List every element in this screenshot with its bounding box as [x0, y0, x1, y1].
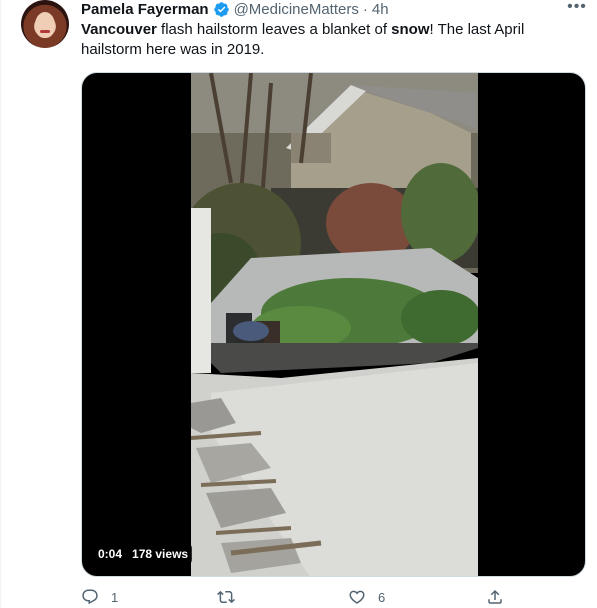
retweet-button[interactable]: [217, 586, 247, 608]
avatar-lips: [40, 30, 50, 33]
tweet-header: Pamela Fayerman @MedicineMatters · 4h: [81, 0, 389, 18]
more-icon[interactable]: •••: [567, 0, 587, 18]
reply-icon: [82, 589, 98, 605]
tweet-text-bold-location: Vancouver: [81, 21, 157, 38]
header-separator: ·: [362, 0, 368, 18]
reply-button[interactable]: 1: [81, 586, 118, 608]
retweet-icon: [217, 590, 235, 604]
author-handle[interactable]: @MedicineMatters: [234, 1, 359, 18]
tweet-time[interactable]: 4h: [372, 1, 389, 18]
verified-badge-icon: [213, 1, 229, 17]
like-button[interactable]: 6: [348, 586, 385, 608]
tweet-text: Vancouver flash hailstorm leaves a blank…: [81, 20, 561, 60]
video-timestamp: 0:04: [98, 547, 123, 561]
share-icon: [488, 589, 502, 604]
video-frame: [191, 73, 478, 576]
reply-count: 1: [111, 589, 119, 605]
share-button[interactable]: [486, 586, 504, 608]
avatar[interactable]: [21, 0, 69, 48]
tweet-text-part-1: flash hailstorm leaves a blanket of: [156, 21, 392, 38]
tweet-text-bold-snow: snow: [391, 21, 430, 38]
tweet-actions: 1 6: [81, 586, 521, 608]
tweet[interactable]: Pamela Fayerman @MedicineMatters · 4h ••…: [0, 0, 597, 608]
video-info-badge: 0:04 178 views: [94, 544, 193, 564]
avatar-face: [35, 12, 55, 38]
like-icon: [349, 590, 365, 604]
author-name[interactable]: Pamela Fayerman: [81, 1, 209, 18]
video-player[interactable]: 0:04 178 views: [81, 72, 586, 577]
video-views: 178 views: [132, 547, 189, 561]
like-count: 6: [378, 589, 386, 605]
